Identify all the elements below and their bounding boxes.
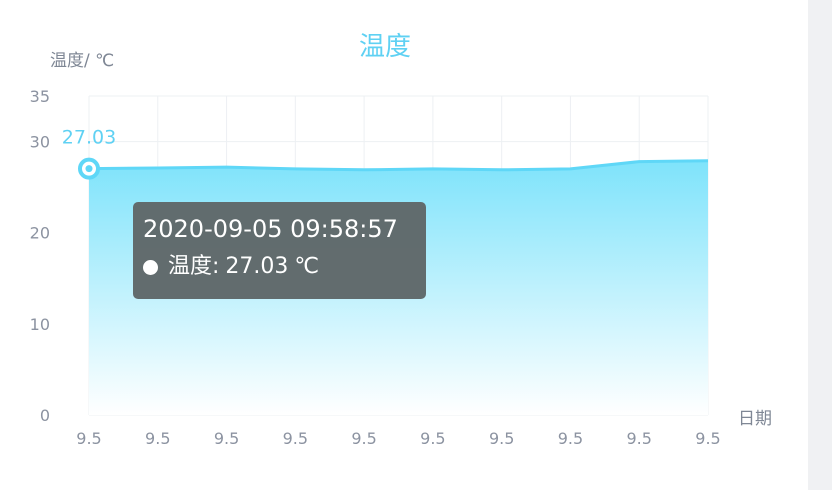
x-tick-label: 9.5 [76,429,101,448]
tooltip-value-row: 温度: 27.03 ℃ [143,252,426,282]
x-tick-label: 9.5 [489,429,514,448]
x-tick-label: 9.5 [214,429,239,448]
data-tooltip: 2020-09-05 09:58:57 温度: 27.03 ℃ [133,202,426,299]
tooltip-value: 27.03 [225,254,289,279]
y-tick-label: 35 [30,87,50,106]
y-tick-label: 10 [30,315,50,334]
x-tick-label: 9.5 [283,429,308,448]
x-tick-labels: 9.5 9.5 9.5 9.5 9.5 9.5 9.5 9.5 9.5 9.5 [76,429,720,448]
y-tick-labels: 0 10 20 30 35 [30,87,50,425]
x-tick-label: 9.5 [420,429,445,448]
tooltip-unit: ℃ [294,254,320,279]
x-tick-label: 9.5 [351,429,376,448]
x-tick-label: 9.5 [145,429,170,448]
x-tick-label: 9.5 [695,429,720,448]
y-tick-label: 0 [40,406,50,425]
x-tick-label: 9.5 [626,429,651,448]
series-dot-icon [143,259,158,275]
highlight-point-core [85,165,93,173]
tooltip-series-name: 温度: [168,254,220,279]
y-tick-label: 30 [30,133,50,152]
tooltip-time: 2020-09-05 09:58:57 [143,215,398,243]
data-label: 27.03 [62,127,116,149]
y-tick-label: 20 [30,224,50,243]
x-tick-label: 9.5 [558,429,583,448]
scrollbar-track[interactable] [808,0,832,490]
